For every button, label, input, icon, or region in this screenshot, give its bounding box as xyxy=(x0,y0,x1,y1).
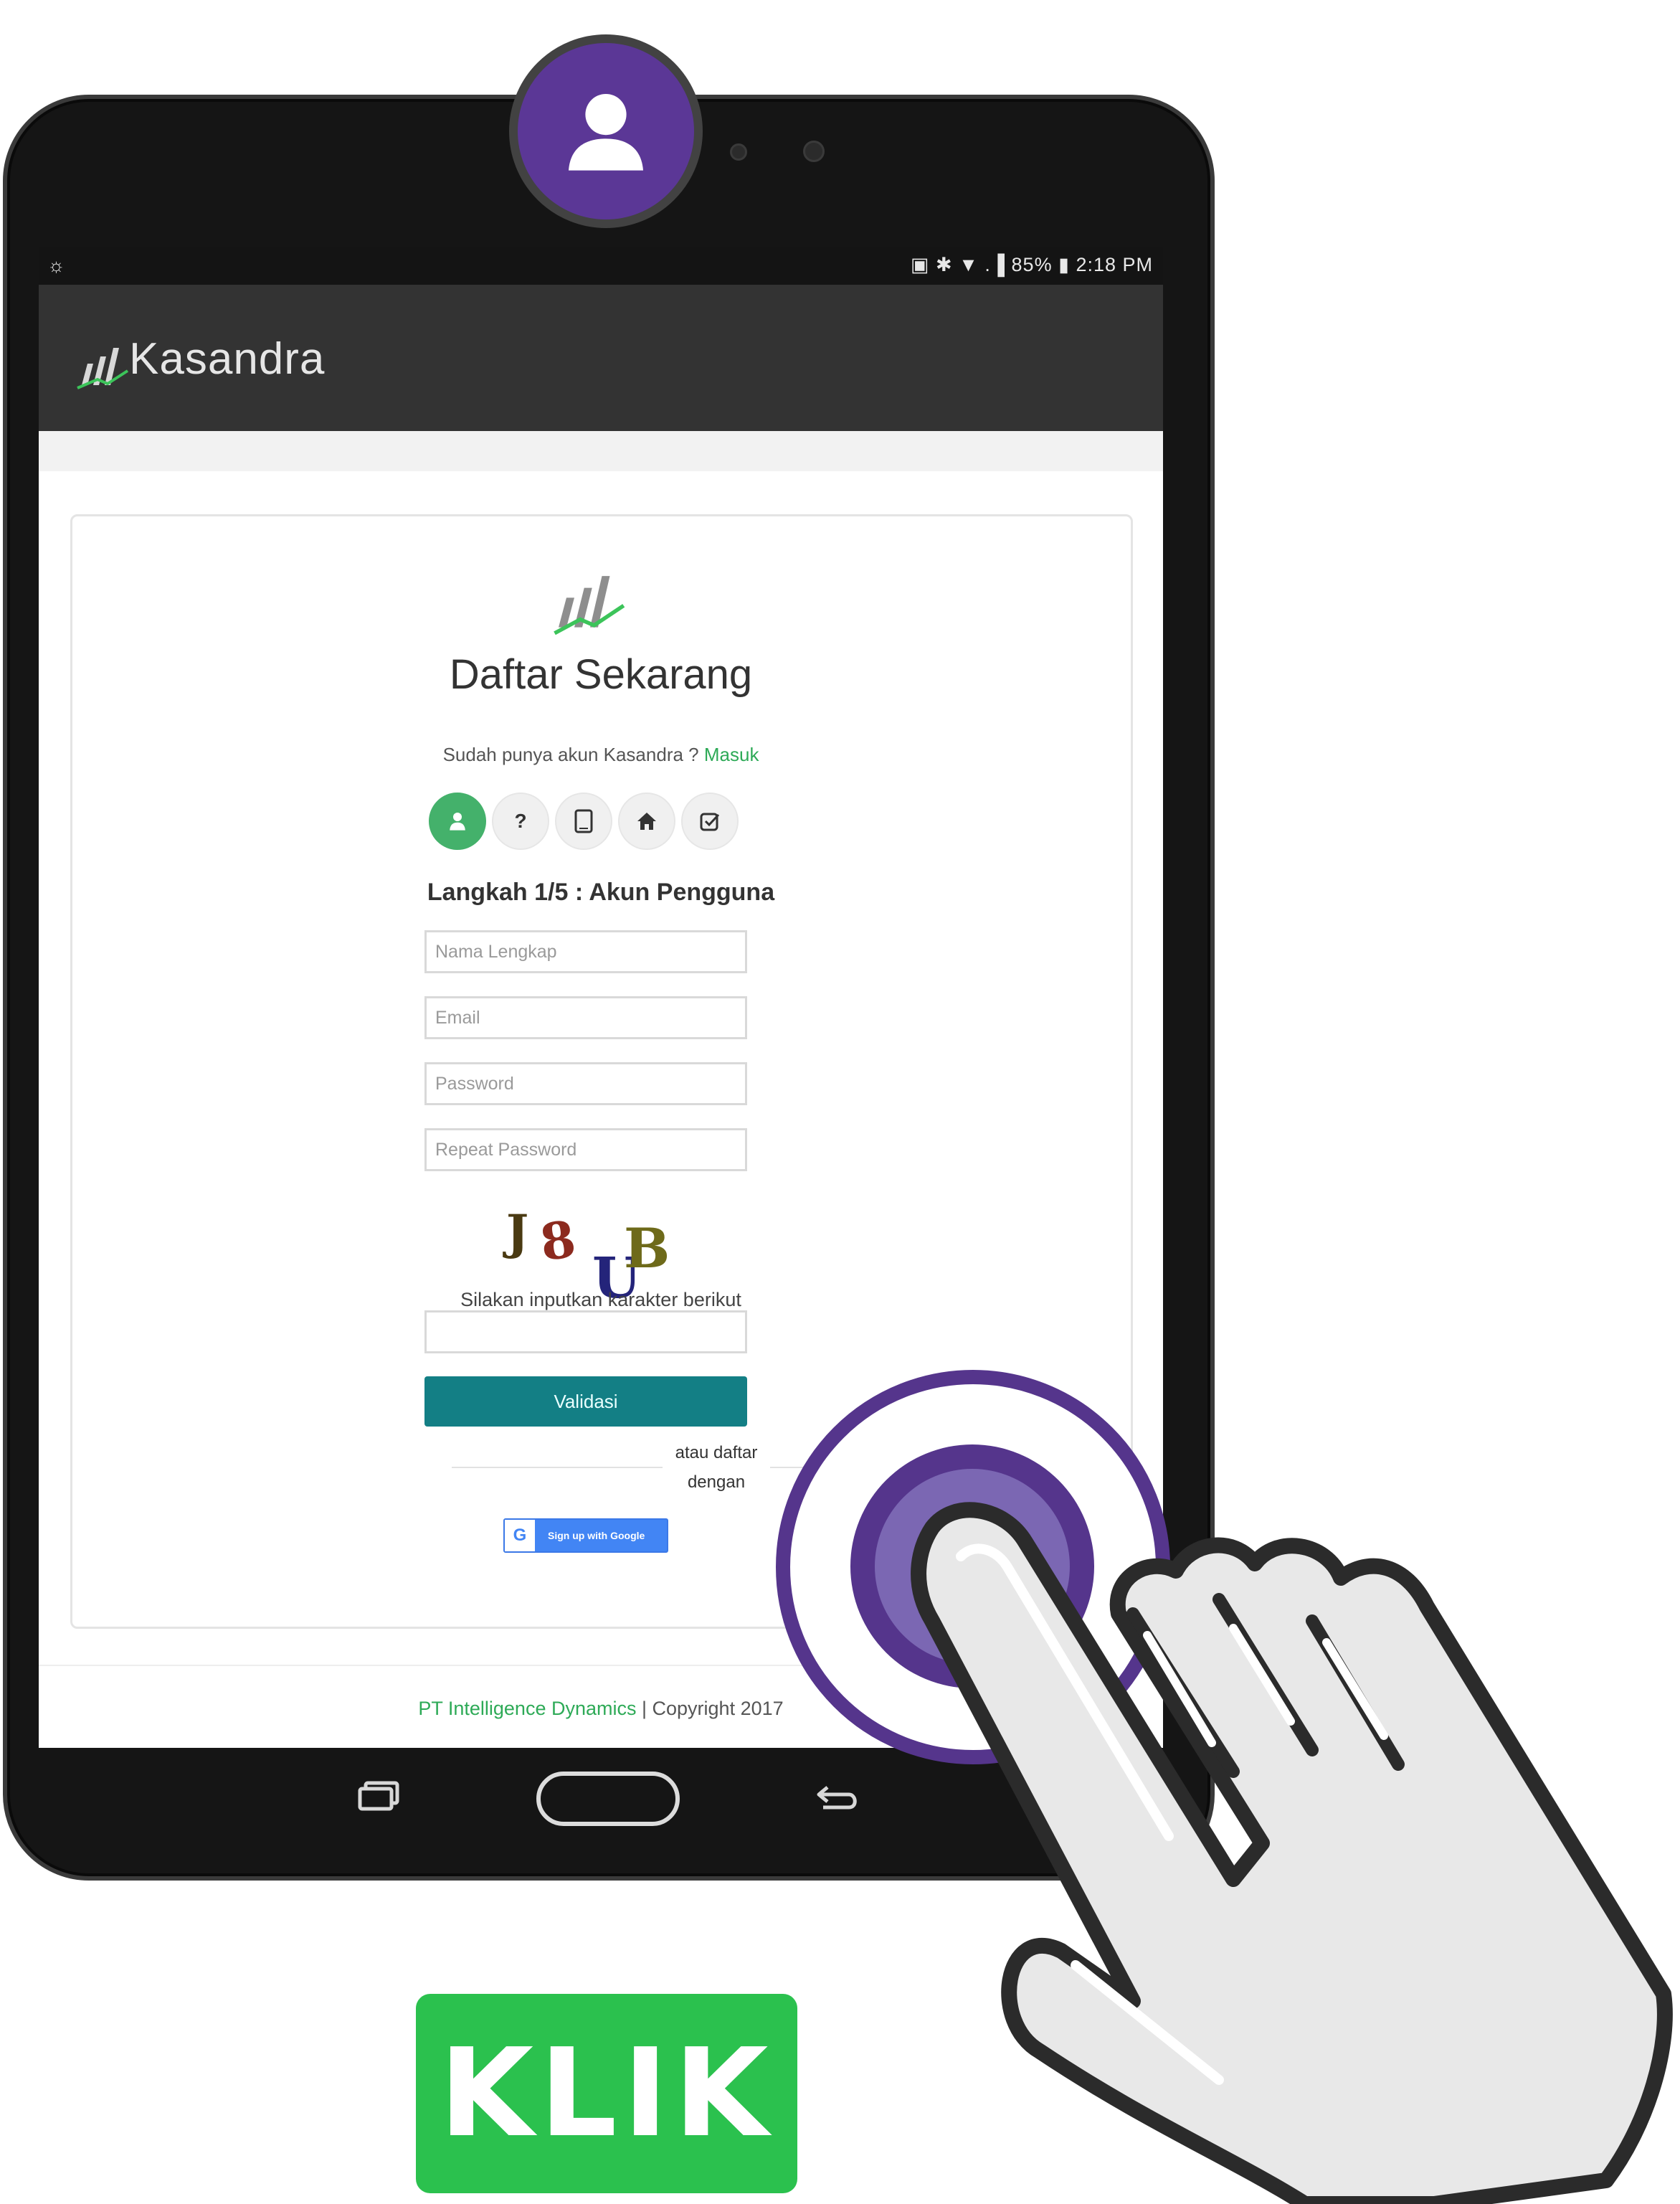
pointing-hand-icon xyxy=(911,1502,1673,2204)
klik-button[interactable]: KLIK xyxy=(416,1994,797,2193)
